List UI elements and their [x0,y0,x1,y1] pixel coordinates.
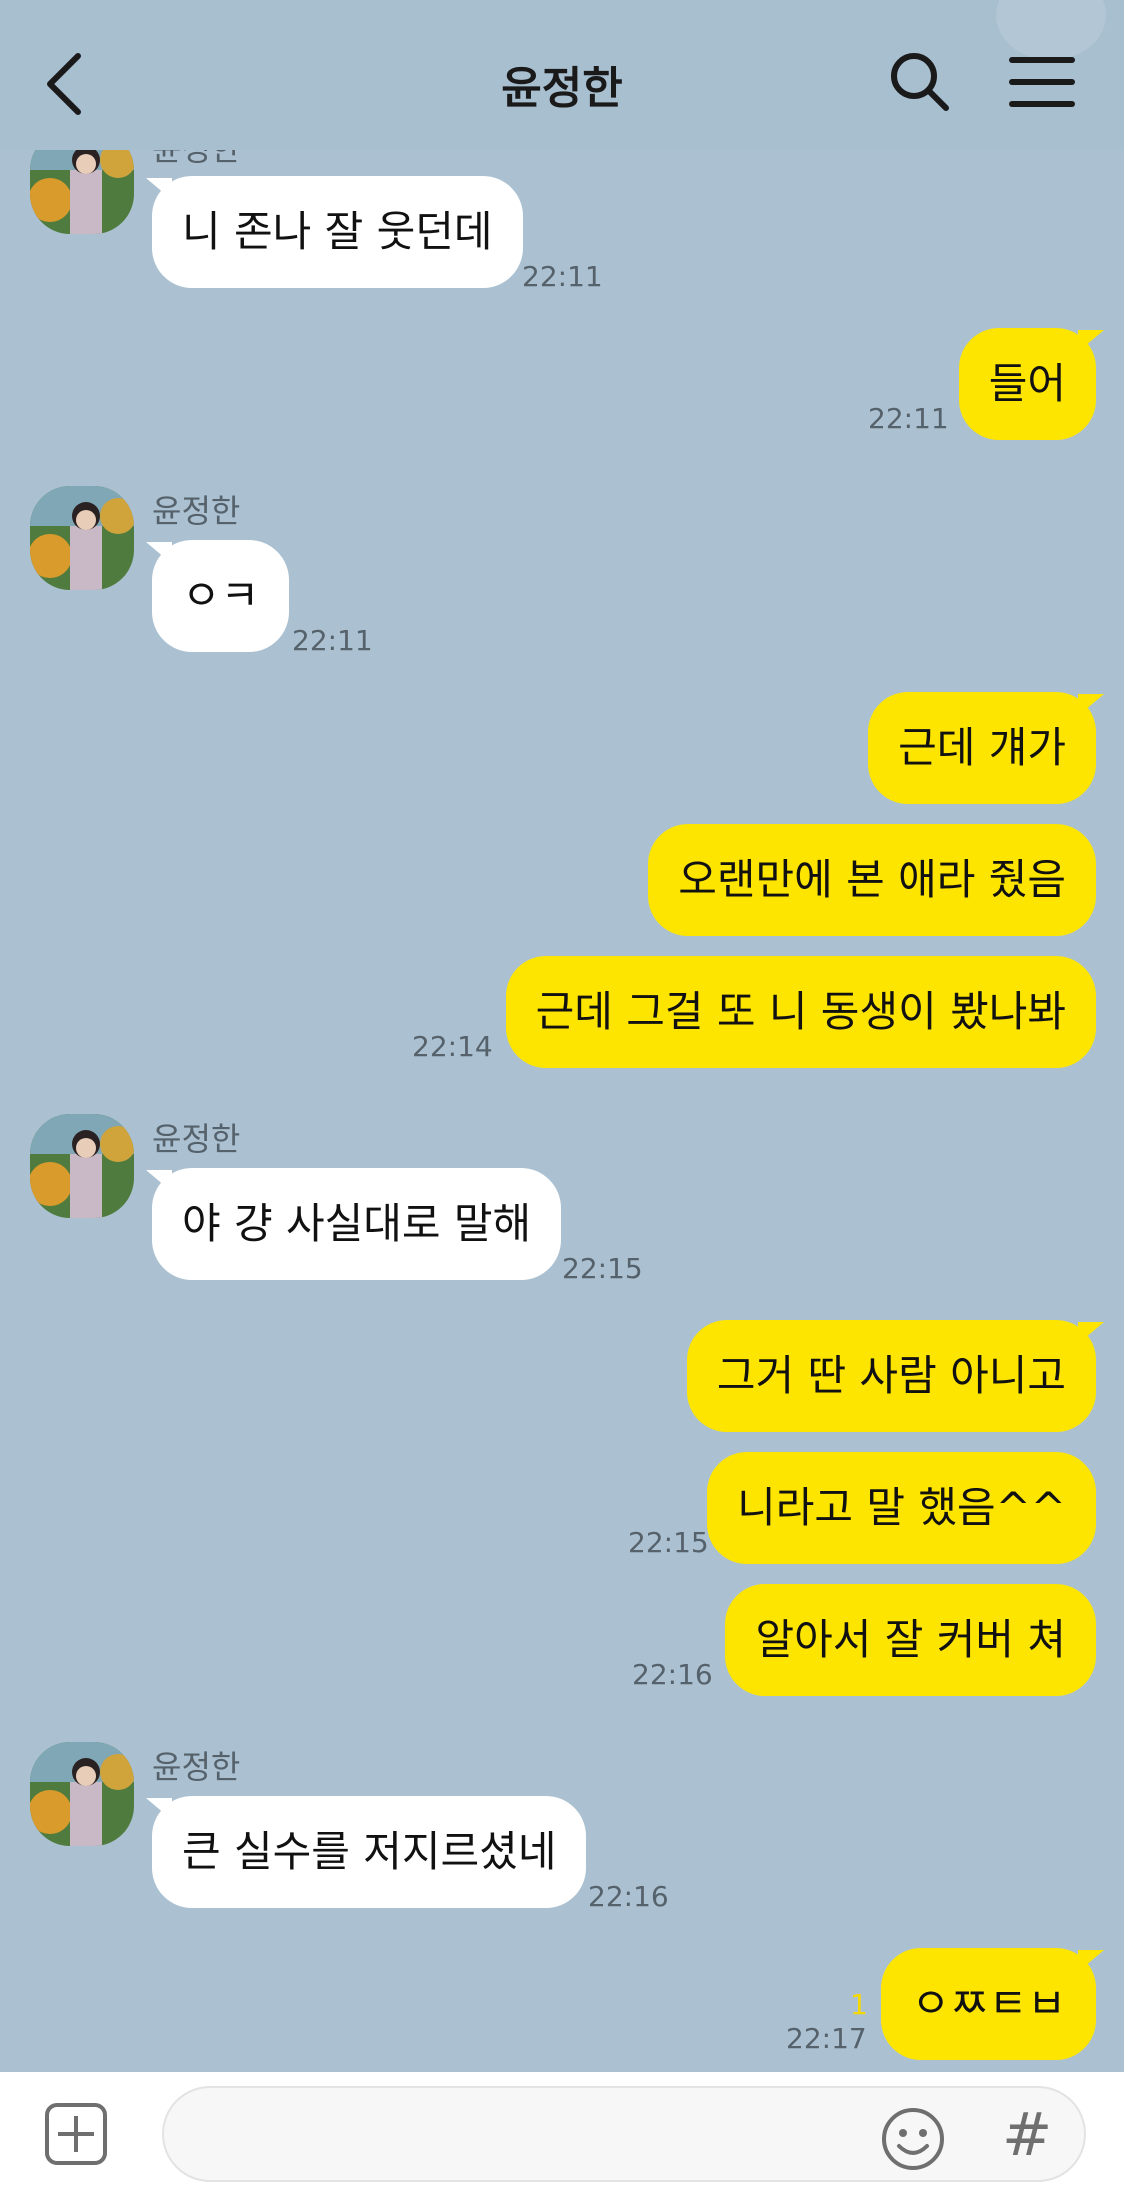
avatar[interactable] [30,1742,134,1846]
message-bubble[interactable]: 니 존나 잘 웃던데 [152,176,523,288]
profile-photo [30,486,134,590]
message-time: 22:11 [292,624,373,657]
search-button[interactable] [888,50,952,114]
profile-photo [30,1114,134,1218]
unread-count: 1 [850,1988,868,2021]
message-bubble[interactable]: 니라고 말 했음^^ [707,1452,1096,1564]
message-bubble[interactable]: 알아서 잘 커버 쳐 [725,1584,1096,1696]
message-time: 22:14 [412,1030,493,1063]
menu-button[interactable] [1008,52,1076,112]
avatar[interactable] [30,1114,134,1218]
sender-name: 윤정한 [152,1748,241,1786]
message-bubble[interactable]: 그거 딴 사람 아니고 [686,1320,1096,1432]
message-time: 22:11 [868,402,949,435]
sender-name: 윤정한 [152,492,241,530]
message-bubble[interactable]: ㅇㅋ [152,540,290,652]
plus-square-icon [45,2103,107,2165]
search-icon [891,53,949,111]
bubble-tail [1078,1322,1104,1344]
hamburger-menu-icon [1009,57,1075,107]
message-time: 22:16 [588,1880,669,1913]
chat-header: 윤정한 [0,0,1124,150]
message-bubble[interactable]: 들어 [958,328,1096,440]
avatar[interactable] [30,486,134,590]
message-time: 22:15 [628,1526,709,1559]
message-bubble[interactable]: 근데 그걸 또 니 동생이 봤나봐 [505,956,1096,1068]
message-bubble[interactable]: ㅇㅉㅌㅂ [881,1948,1096,2060]
message-input-bar: # [0,2072,1124,2194]
message-input[interactable] [162,2086,1086,2182]
chat-title: 윤정한 [501,63,623,114]
message-time: 22:17 [786,2022,867,2055]
overlay-circle [996,0,1106,60]
message-bubble[interactable]: 근데 걔가 [868,692,1096,804]
message-bubble[interactable]: 큰 실수를 저지르셨네 [152,1796,587,1908]
message-time: 22:16 [632,1658,713,1691]
message-time: 22:11 [522,260,603,293]
bubble-tail [1078,694,1104,716]
sender-name: 윤정한 [152,1120,241,1158]
emoji-icon [882,2108,944,2170]
message-time: 22:15 [562,1252,643,1285]
profile-photo [30,1742,134,1846]
message-bubble[interactable]: 오랜만에 본 애라 줬음 [648,824,1096,936]
hashtag-search-button[interactable]: # [1002,2100,1052,2170]
bubble-tail [1078,1950,1104,1972]
emoji-button[interactable] [880,2106,946,2172]
attach-button[interactable] [44,2102,108,2166]
chat-area[interactable]: 윤정한 니 존나 잘 웃던데 22:11 들어 22:11 윤정한 ㅇㅋ 22:… [0,0,1124,2072]
bubble-tail [1078,330,1104,352]
message-bubble[interactable]: 야 걍 사실대로 말해 [152,1168,562,1280]
